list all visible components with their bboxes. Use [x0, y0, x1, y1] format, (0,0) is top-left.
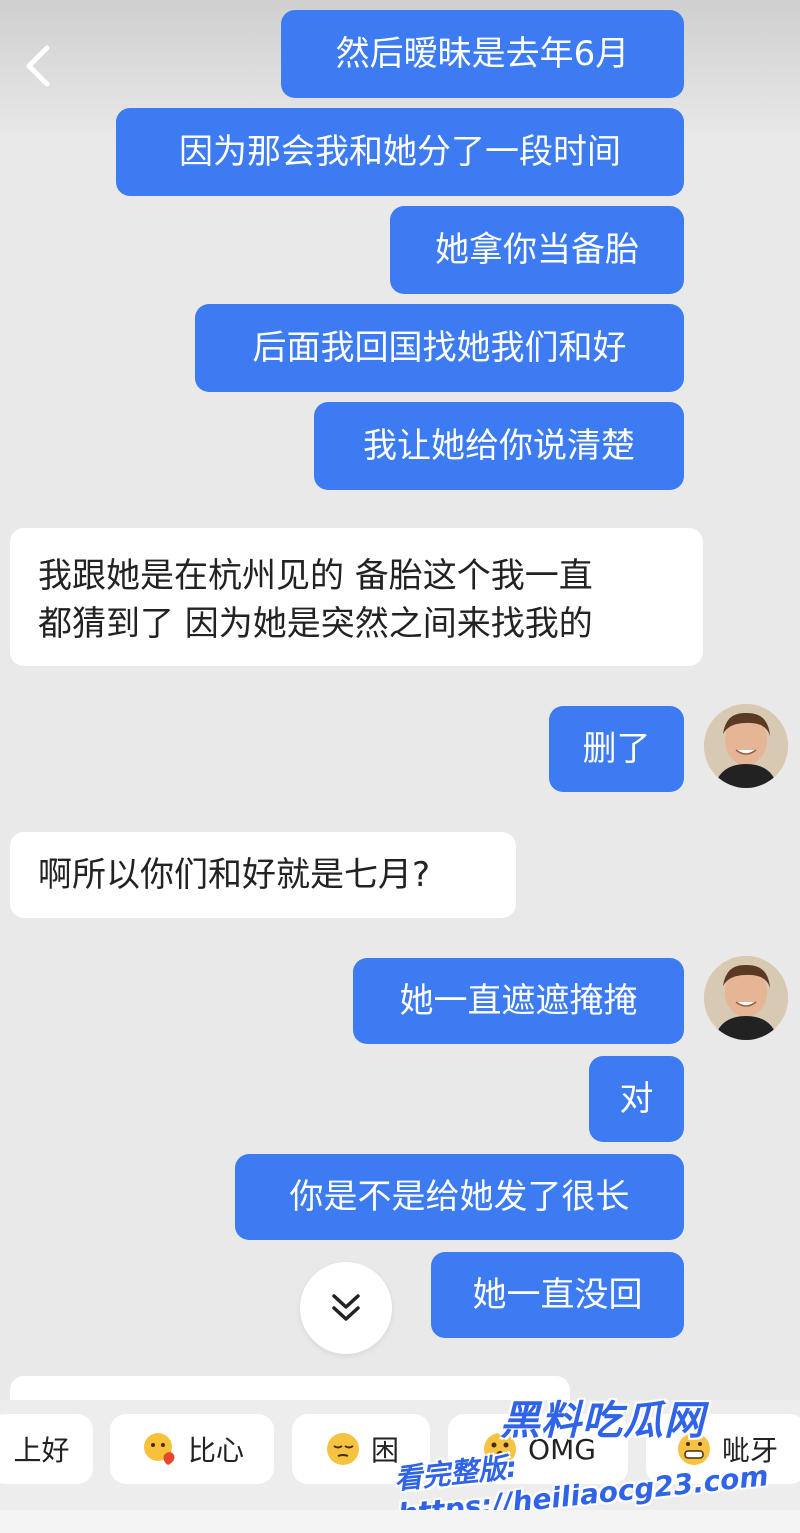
message-outgoing: 她一直没回: [431, 1252, 684, 1338]
message-text: 我让她给你说清楚: [363, 426, 635, 466]
message-outgoing: 删了: [549, 706, 684, 792]
message-text: 啊所以你们和好就是七月?: [38, 855, 431, 895]
double-chevron-down-icon: [332, 1294, 360, 1321]
message-text: 她一直没回: [472, 1275, 643, 1315]
message-outgoing: 她一直遮遮掩掩: [353, 958, 684, 1044]
message-text: 删了: [582, 729, 651, 769]
message-outgoing: 她拿你当备胎: [390, 206, 684, 294]
message-text-line: 都猜到了 因为她是突然之间来找我的: [38, 604, 593, 644]
message-text: 然后暧昧是去年6月: [335, 34, 630, 74]
heart-hands-emoji-icon: [143, 1433, 175, 1465]
message-text: 因为那会我和她分了一段时间: [179, 132, 621, 172]
message-incoming: 我跟她是在杭州见的 备胎这个我一直 都猜到了 因为她是突然之间来找我的: [10, 528, 703, 666]
message-text: 对: [619, 1079, 654, 1119]
quick-reply-chip[interactable]: 上好: [0, 1414, 93, 1484]
message-text: 你是不是给她发了很长: [289, 1177, 630, 1217]
user-photo: [704, 956, 788, 1040]
back-button[interactable]: [14, 38, 62, 94]
user-photo: [704, 704, 788, 788]
message-outgoing: 因为那会我和她分了一段时间: [116, 108, 684, 196]
message-incoming: 啊所以你们和好就是七月?: [10, 832, 516, 918]
message-outgoing: 我让她给你说清楚: [314, 402, 684, 490]
bottom-strip: [0, 1510, 800, 1533]
message-outgoing: 后面我回国找她我们和好: [195, 304, 684, 392]
quick-reply-label: 上好: [13, 1434, 70, 1467]
message-outgoing: 然后暧昧是去年6月: [281, 10, 684, 98]
chevron-left-icon: [26, 45, 50, 87]
quick-reply-chip[interactable]: 比心: [110, 1414, 274, 1484]
scroll-to-bottom-button[interactable]: [300, 1262, 392, 1354]
message-text: 她拿你当备胎: [435, 230, 639, 270]
quick-reply-label: 比心: [187, 1434, 244, 1467]
message-outgoing: 对: [589, 1056, 684, 1142]
avatar[interactable]: [704, 956, 788, 1040]
message-text-line: 我跟她是在杭州见的 备胎这个我一直: [38, 556, 593, 596]
message-text: 她一直遮遮掩掩: [399, 981, 638, 1021]
sleepy-emoji-icon: [326, 1433, 359, 1465]
message-text: 后面我回国找她我们和好: [252, 328, 627, 368]
message-outgoing: 你是不是给她发了很长: [235, 1154, 684, 1240]
avatar[interactable]: [704, 704, 788, 788]
